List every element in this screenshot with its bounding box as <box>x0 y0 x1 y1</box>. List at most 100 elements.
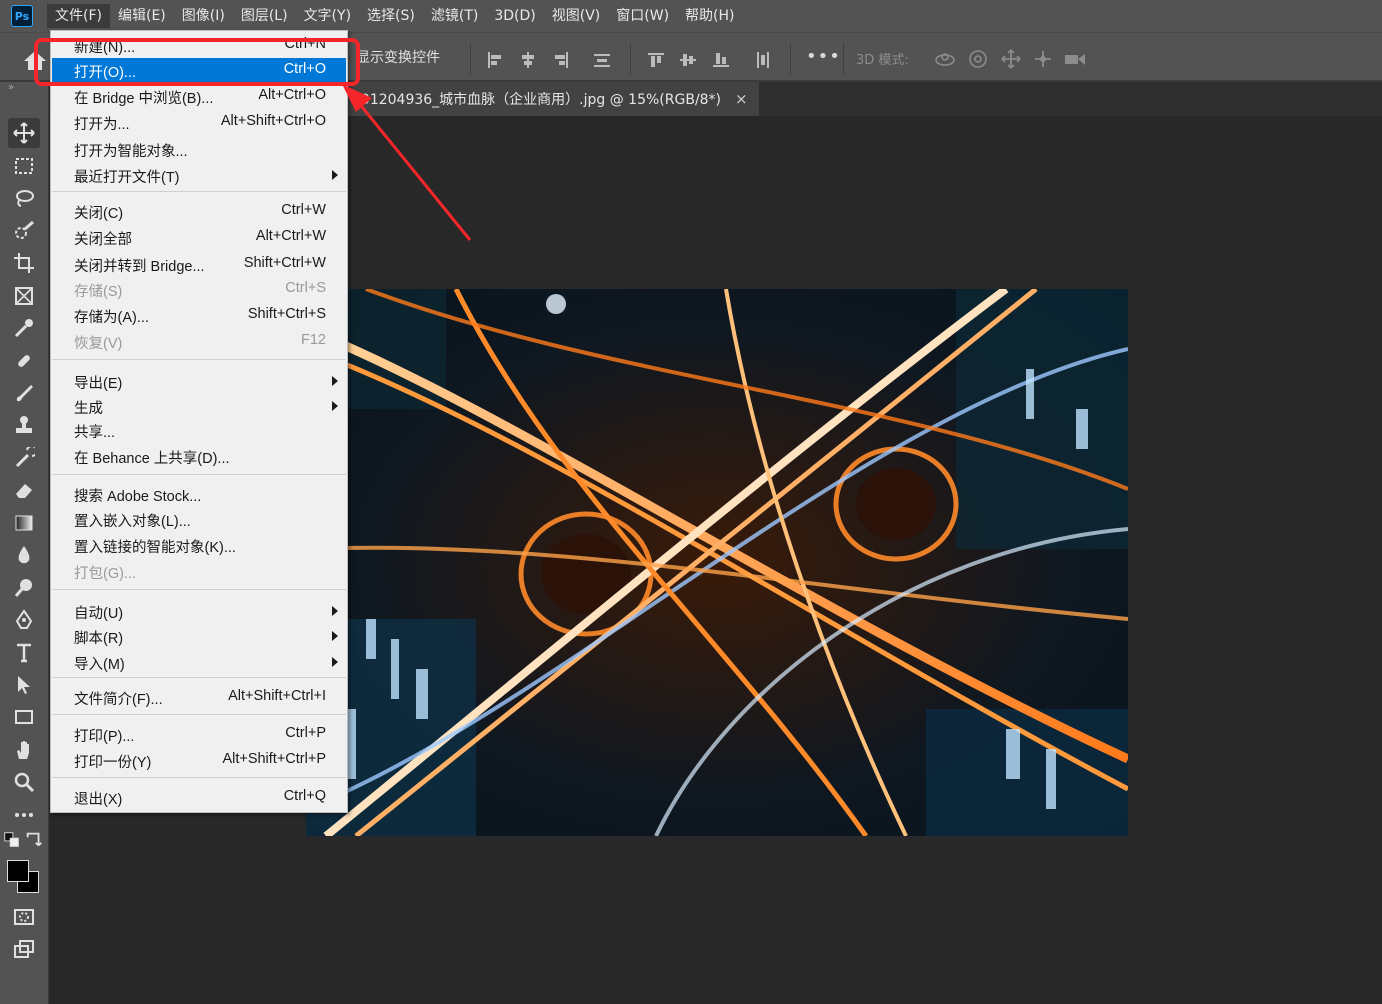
quick-mask-icon[interactable] <box>8 902 40 932</box>
3d-mode-label: 3D 模式: <box>856 53 909 68</box>
pen-tool-icon[interactable] <box>8 605 40 635</box>
more-tools-icon[interactable] <box>8 800 40 830</box>
menu-item-scripts[interactable]: 脚本(R) <box>52 624 346 649</box>
menu-item-place-embedded[interactable]: 置入嵌入对象(L)... <box>52 507 346 532</box>
menu-filter[interactable]: 滤镜(T) <box>423 4 486 28</box>
annotation-highlight-box <box>34 38 360 86</box>
align-right-icon[interactable] <box>551 50 571 70</box>
menu-separator <box>52 677 346 678</box>
menu-item-open-as-smart-object[interactable]: 打开为智能对象... <box>52 137 346 162</box>
zoom-tool-icon[interactable] <box>8 767 40 797</box>
menu-separator <box>52 359 346 360</box>
gradient-tool-icon[interactable] <box>8 508 40 538</box>
menu-image[interactable]: 图像(I) <box>174 4 233 28</box>
menu-item-revert[interactable]: 恢复(V) F12 <box>52 329 346 354</box>
menu-separator <box>52 191 346 192</box>
divider <box>843 43 844 75</box>
3d-camera-icon[interactable] <box>1063 48 1087 70</box>
menu-item-browse-in-bridge[interactable]: 在 Bridge 中浏览(B)... Alt+Ctrl+O <box>52 84 346 109</box>
menu-item-close-all[interactable]: 关闭全部 Alt+Ctrl+W <box>52 225 346 250</box>
menu-type[interactable]: 文字(Y) <box>296 4 359 28</box>
3d-roll-icon[interactable] <box>966 48 990 70</box>
menu-item-package[interactable]: 打包(G)... <box>52 559 346 584</box>
menu-item-close[interactable]: 关闭(C) Ctrl+W <box>52 199 346 224</box>
tools-panel: » <box>0 82 49 1004</box>
menu-edit[interactable]: 编辑(E) <box>110 4 174 28</box>
history-brush-tool-icon[interactable] <box>8 443 40 473</box>
menu-item-export[interactable]: 导出(E) <box>52 369 346 394</box>
rectangle-tool-icon[interactable] <box>8 702 40 732</box>
dodge-tool-icon[interactable] <box>8 573 40 603</box>
menu-item-print[interactable]: 打印(P)... Ctrl+P <box>52 722 346 747</box>
menu-item-exit[interactable]: 退出(X) Ctrl+Q <box>52 785 346 810</box>
eyedropper-tool-icon[interactable] <box>8 313 40 343</box>
menu-item-search-adobe-stock[interactable]: 搜索 Adobe Stock... <box>52 482 346 507</box>
submenu-arrow-icon <box>332 657 338 667</box>
more-options-button[interactable]: ••• <box>806 46 841 67</box>
menu-bar: Ps 文件(F) 编辑(E) 图像(I) 图层(L) 文字(Y) 选择(S) 滤… <box>0 0 1382 32</box>
show-transform-controls-label[interactable]: 显示变换控件 <box>356 47 440 67</box>
align-bottom-icon[interactable] <box>711 50 731 70</box>
menu-item-open-as[interactable]: 打开为... Alt+Shift+Ctrl+O <box>52 110 346 135</box>
marquee-tool-icon[interactable] <box>8 151 40 181</box>
menu-item-close-and-go-to-bridge[interactable]: 关闭并转到 Bridge... Shift+Ctrl+W <box>52 252 346 277</box>
submenu-arrow-icon <box>332 401 338 411</box>
menu-separator <box>52 474 346 475</box>
quick-select-tool-icon[interactable] <box>8 216 40 246</box>
menu-3d[interactable]: 3D(D) <box>486 4 543 28</box>
menu-layer[interactable]: 图层(L) <box>233 4 296 28</box>
screen-mode-icon[interactable] <box>8 934 40 964</box>
3d-pan-icon[interactable] <box>999 48 1023 70</box>
menu-item-share[interactable]: 共享... <box>52 418 346 443</box>
move-tool-icon[interactable] <box>8 118 40 148</box>
menu-item-generate[interactable]: 生成 <box>52 394 346 419</box>
collapse-toolbar-icon[interactable]: » <box>8 82 14 93</box>
hand-tool-icon[interactable] <box>8 735 40 765</box>
path-selection-tool-icon[interactable] <box>8 670 40 700</box>
3d-slide-icon[interactable] <box>1031 48 1055 70</box>
photoshop-logo: Ps <box>11 5 33 27</box>
menu-window[interactable]: 窗口(W) <box>608 4 677 28</box>
swap-colors-icon[interactable] <box>24 830 44 850</box>
menu-item-share-on-behance[interactable]: 在 Behance 上共享(D)... <box>52 444 346 469</box>
menu-item-recent-files[interactable]: 最近打开文件(T) <box>52 163 346 188</box>
align-hcenter-icon[interactable] <box>518 50 538 70</box>
divider <box>630 43 631 75</box>
menu-item-place-linked[interactable]: 置入链接的智能对象(K)... <box>52 533 346 558</box>
submenu-arrow-icon <box>332 606 338 616</box>
align-vcenter-icon[interactable] <box>678 50 698 70</box>
default-colors-icon[interactable] <box>2 830 22 850</box>
blur-tool-icon[interactable] <box>8 540 40 570</box>
distribute-v-icon[interactable] <box>753 50 773 70</box>
frame-tool-icon[interactable] <box>8 281 40 311</box>
align-left-icon[interactable] <box>485 50 505 70</box>
lasso-tool-icon[interactable] <box>8 183 40 213</box>
menu-view[interactable]: 视图(V) <box>544 4 609 28</box>
foreground-color-swatch[interactable] <box>7 860 29 882</box>
crop-tool-icon[interactable] <box>8 248 40 278</box>
menu-select[interactable]: 选择(S) <box>359 4 423 28</box>
distribute-icon[interactable] <box>592 50 612 70</box>
canvas-image[interactable] <box>306 289 1128 836</box>
menu-item-save[interactable]: 存储(S) Ctrl+S <box>52 277 346 302</box>
menu-separator <box>52 714 346 715</box>
close-tab-icon[interactable]: × <box>735 90 748 108</box>
healing-brush-tool-icon[interactable] <box>8 346 40 376</box>
align-top-icon[interactable] <box>646 50 666 70</box>
menu-file[interactable]: 文件(F) <box>47 4 110 28</box>
menu-item-import[interactable]: 导入(M) <box>52 650 346 675</box>
menu-separator <box>52 777 346 778</box>
menu-separator <box>52 589 346 590</box>
menu-item-save-as[interactable]: 存储为(A)... Shift+Ctrl+S <box>52 303 346 328</box>
brush-tool-icon[interactable] <box>8 378 40 408</box>
eraser-tool-icon[interactable] <box>8 475 40 505</box>
type-tool-icon[interactable] <box>8 638 40 668</box>
clone-stamp-tool-icon[interactable] <box>8 410 40 440</box>
menu-item-automate[interactable]: 自动(U) <box>52 599 346 624</box>
menu-help[interactable]: 帮助(H) <box>677 4 742 28</box>
menu-item-file-info[interactable]: 文件简介(F)... Alt+Shift+Ctrl+I <box>52 685 346 710</box>
submenu-arrow-icon <box>332 376 338 386</box>
submenu-arrow-icon <box>332 631 338 641</box>
3d-orbit-icon[interactable] <box>933 48 957 70</box>
menu-item-print-one-copy[interactable]: 打印一份(Y) Alt+Shift+Ctrl+P <box>52 748 346 773</box>
